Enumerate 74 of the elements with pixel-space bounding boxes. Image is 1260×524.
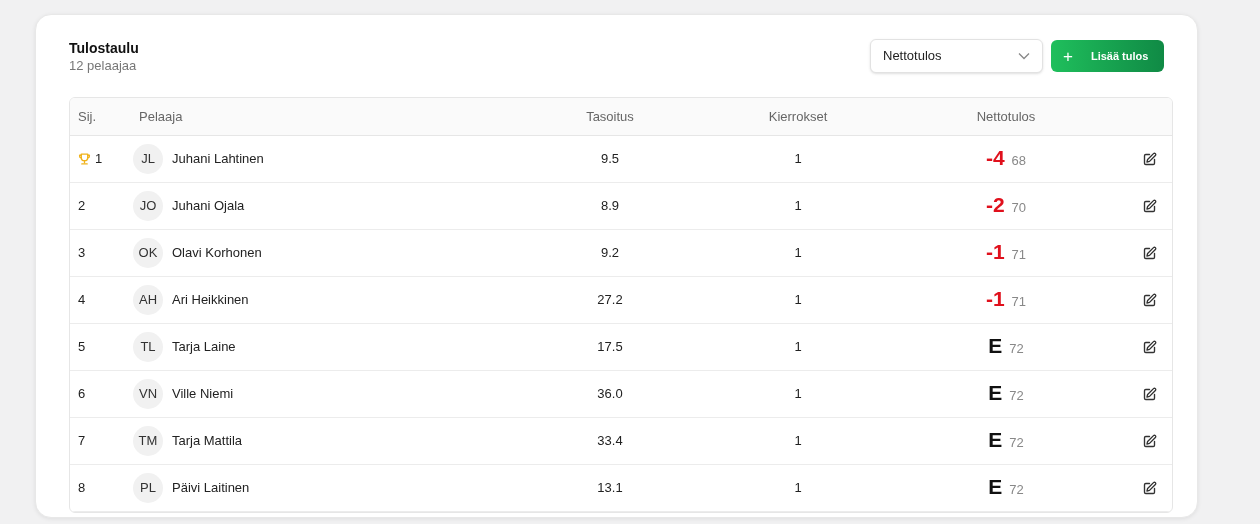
rank-cell-text: 8 (78, 479, 86, 498)
edit-icon[interactable] (1141, 433, 1157, 449)
rounds-cell: 1 (794, 433, 802, 449)
net-score: -1 (985, 288, 1005, 310)
rank-cell-text: 3 (78, 244, 86, 263)
avatar: JL (133, 144, 163, 174)
edit-icon[interactable] (1141, 386, 1157, 402)
rounds-cell: 1 (794, 292, 802, 308)
net-score: -2 (985, 194, 1005, 216)
player-name: Ville Niemi (172, 385, 234, 404)
sort-select[interactable]: Nettotulos (870, 39, 1043, 73)
rounds-cell: 1 (794, 245, 802, 261)
rounds-cell: 1 (794, 339, 802, 355)
column-header: Pelaaja (139, 108, 183, 124)
strokes: 72 (1009, 387, 1024, 406)
handicap-cell: 17.5 (597, 339, 623, 355)
player-name: Olavi Korhonen (172, 244, 262, 263)
strokes: 68 (1011, 152, 1027, 171)
net-score: -1 (985, 241, 1005, 263)
edit-icon[interactable] (1141, 339, 1157, 355)
edit-icon[interactable] (1141, 151, 1157, 167)
rank-cell-text: 7 (78, 432, 86, 451)
column-header: Sij. (78, 108, 97, 124)
net-score: E (988, 335, 1003, 357)
rank-cell-text: 1 (95, 150, 103, 169)
rank-cell-text: 2 (78, 197, 86, 216)
player-name: Juhani Ojala (172, 197, 245, 216)
avatar: TM (133, 426, 163, 456)
strokes: 72 (1009, 340, 1024, 359)
edit-icon[interactable] (1141, 292, 1157, 308)
handicap-cell: 36.0 (597, 386, 623, 402)
rank-cell-text: 4 (78, 291, 86, 310)
avatar: VN (133, 379, 163, 409)
avatar: JO (133, 191, 163, 221)
net-score: E (988, 476, 1003, 498)
strokes: 70 (1011, 199, 1027, 218)
strokes: 72 (1009, 434, 1024, 453)
net-score: E (988, 429, 1003, 451)
column-header: Tasoitus (586, 108, 634, 124)
column-header: Kierrokset (768, 108, 828, 124)
rounds-cell: 1 (794, 480, 802, 496)
handicap-cell: 9.5 (600, 151, 620, 167)
avatar: OK (133, 238, 163, 268)
player-name: Tarja Mattila (172, 432, 243, 451)
rank-cell-text: 6 (78, 385, 86, 404)
rounds-cell: 1 (794, 151, 802, 167)
player-name: Ari Heikkinen (172, 291, 249, 310)
edit-icon[interactable] (1141, 480, 1157, 496)
rounds-cell: 1 (794, 386, 802, 402)
handicap-cell: 8.9 (600, 198, 620, 214)
rounds-cell: 1 (794, 198, 802, 214)
avatar: PL (133, 473, 163, 503)
player-name: Juhani Lahtinen (172, 150, 264, 169)
avatar: AH (133, 285, 163, 315)
chevron-down-icon (1018, 52, 1030, 60)
leaderboard-title: Tulostaulu (69, 39, 139, 57)
player-name: Päivi Laitinen (172, 479, 250, 498)
net-score: E (988, 382, 1003, 404)
avatar: TL (133, 332, 163, 362)
handicap-cell: 33.4 (597, 433, 623, 449)
add-result-button[interactable]: + Lisää tulos (1051, 40, 1164, 72)
edit-icon[interactable] (1141, 198, 1157, 214)
strokes: 72 (1009, 481, 1024, 500)
net-score: -4 (985, 147, 1005, 169)
handicap-cell: 13.1 (597, 480, 623, 496)
strokes: 71 (1011, 293, 1027, 312)
player-count: 12 pelaajaa (69, 57, 138, 74)
handicap-cell: 27.2 (597, 292, 623, 308)
rank-cell-text: 5 (78, 338, 86, 357)
player-name: Tarja Laine (172, 338, 236, 357)
handicap-cell: 9.2 (600, 245, 620, 261)
edit-icon[interactable] (1141, 245, 1157, 261)
strokes: 71 (1011, 246, 1027, 265)
column-header: Nettotulos (976, 108, 1036, 124)
